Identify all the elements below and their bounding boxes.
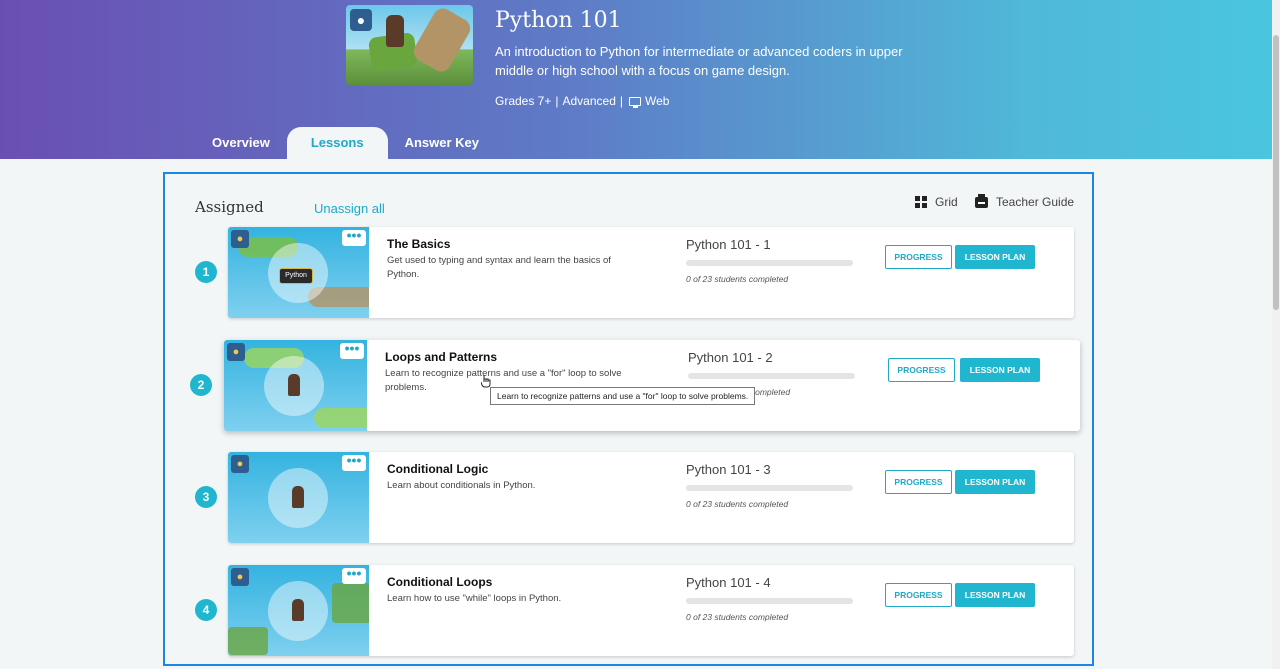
lesson-progress-bar — [686, 598, 853, 604]
lesson-name: Conditional Logic — [387, 462, 489, 476]
grid-view-button[interactable]: Grid — [915, 195, 958, 209]
monitor-icon — [629, 96, 641, 108]
teacher-guide-button[interactable]: Teacher Guide — [975, 193, 1075, 209]
grid-icon — [915, 196, 927, 208]
lesson-plan-button[interactable]: LESSON PLAN — [960, 358, 1040, 382]
lesson-plan-button[interactable]: LESSON PLAN — [955, 245, 1035, 269]
lesson-code: Python 101 - 3 — [686, 462, 771, 477]
lesson-card: Python ● ••• The Basics Get used to typi… — [228, 227, 1074, 318]
lesson-plan-button[interactable]: LESSON PLAN — [955, 583, 1035, 607]
lesson-name: Conditional Loops — [387, 575, 493, 589]
lesson-name: The Basics — [387, 237, 451, 251]
progress-button[interactable]: PROGRESS — [885, 470, 952, 494]
lesson-thumbnail[interactable]: ● ••• — [224, 340, 367, 431]
lesson-progress-bar — [686, 485, 853, 491]
unassign-all-link[interactable]: Unassign all — [314, 201, 385, 216]
lesson-card: ● ••• Conditional Loops Learn how to use… — [228, 565, 1074, 656]
page-scrollbar[interactable] — [1272, 0, 1280, 669]
lesson-thumbnail[interactable]: Python ● ••• — [228, 227, 369, 318]
grades-label: Grades 7+ — [495, 94, 552, 108]
lesson-progress-bar — [686, 260, 853, 266]
lesson-completion-count: 0 of 23 students completed — [686, 612, 789, 622]
lesson-completion-count: 0 of 23 students completed — [686, 499, 789, 509]
printer-icon — [975, 193, 988, 208]
progress-button[interactable]: PROGRESS — [885, 583, 952, 607]
meta-separator: | — [619, 94, 623, 108]
meta-separator: | — [555, 94, 559, 108]
python-logo-icon: ● — [231, 455, 249, 473]
course-tabs: Overview Lessons Answer Key — [195, 127, 496, 159]
progress-button[interactable]: PROGRESS — [885, 245, 952, 269]
more-options-icon[interactable]: ••• — [342, 566, 366, 584]
tab-overview[interactable]: Overview — [195, 127, 287, 159]
section-title: Assigned — [195, 198, 264, 216]
lesson-card: ● ••• Loops and Patterns Learn to recogn… — [224, 340, 1080, 431]
more-options-icon[interactable]: ••• — [342, 228, 366, 246]
lesson-progress-bar — [688, 373, 855, 379]
scrollbar-thumb[interactable] — [1273, 35, 1279, 310]
lesson-code: Python 101 - 4 — [686, 575, 771, 590]
level-label: Advanced — [562, 94, 616, 108]
lesson-name: Loops and Patterns — [385, 350, 498, 364]
lesson-number: 1 — [195, 261, 217, 283]
lesson-code: Python 101 - 1 — [686, 237, 771, 252]
lesson-card: ● ••• Conditional Logic Learn about cond… — [228, 452, 1074, 543]
tab-answer-key[interactable]: Answer Key — [388, 127, 496, 159]
lesson-code: Python 101 - 2 — [688, 350, 773, 365]
lesson-completion-count: 0 of 23 students completed — [686, 274, 789, 284]
progress-button[interactable]: PROGRESS — [888, 358, 955, 382]
lesson-number: 4 — [195, 599, 217, 621]
course-thumbnail: ● — [346, 5, 473, 85]
lesson-plan-button[interactable]: LESSON PLAN — [955, 470, 1035, 494]
more-options-icon[interactable]: ••• — [342, 453, 366, 471]
lesson-number: 3 — [195, 486, 217, 508]
course-description: An introduction to Python for intermedia… — [495, 44, 903, 78]
lesson-description: Learn how to use "while" loops in Python… — [387, 593, 562, 604]
more-options-icon[interactable]: ••• — [340, 341, 364, 359]
lesson-description: Learn about conditionals in Python. — [387, 480, 536, 491]
grid-label: Grid — [935, 195, 958, 209]
python-logo-icon: ● — [231, 568, 249, 586]
lesson-thumbnail[interactable]: ● ••• — [228, 452, 369, 543]
course-header: ● Python 101 An introduction to Python f… — [0, 0, 1280, 159]
lesson-thumb-tag: Python — [279, 268, 313, 284]
python-logo-icon: ● — [227, 343, 245, 361]
platform-label: Web — [645, 94, 670, 108]
tab-lessons[interactable]: Lessons — [286, 127, 388, 159]
teacher-guide-label: Teacher Guide — [996, 195, 1075, 209]
course-title: Python 101 — [495, 8, 622, 33]
lesson-thumbnail[interactable]: ● ••• — [228, 565, 369, 656]
lesson-number: 2 — [190, 374, 212, 396]
hand-cursor-icon — [481, 375, 491, 388]
python-logo-icon: ● — [231, 230, 249, 248]
lesson-description: Get used to typing and syntax and learn … — [387, 255, 611, 280]
course-meta: Grades 7+ | Advanced | Web — [495, 94, 669, 108]
python-logo-icon: ● — [350, 9, 372, 31]
description-tooltip: Learn to recognize patterns and use a "f… — [490, 387, 756, 405]
